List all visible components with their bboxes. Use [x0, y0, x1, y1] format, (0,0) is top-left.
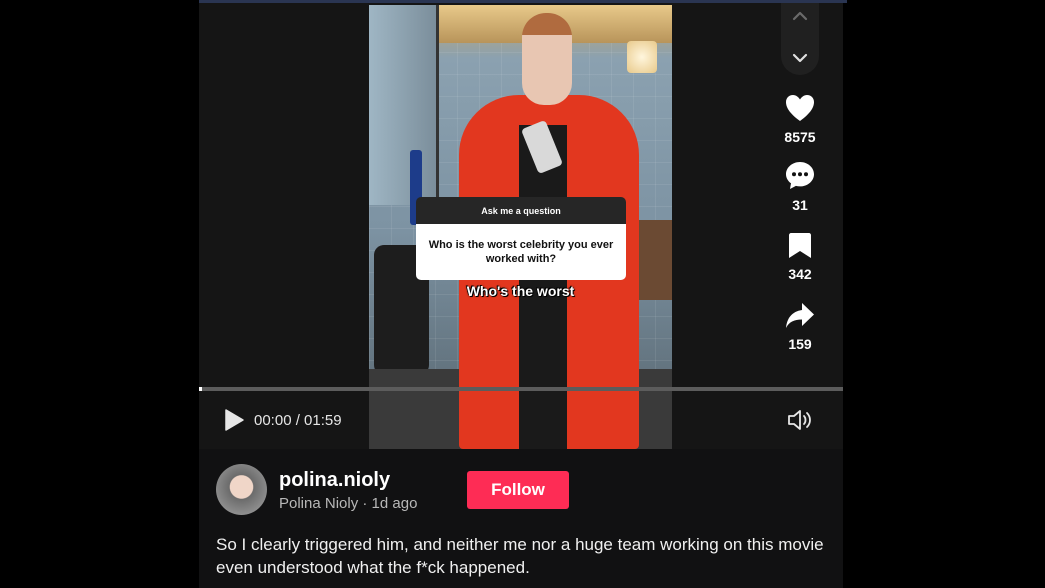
save-count: 342 [788, 266, 812, 282]
progress-bar-fill [199, 387, 203, 391]
chevron-down-icon [792, 53, 808, 63]
comment-icon [786, 162, 814, 189]
follow-button[interactable]: Follow [467, 471, 569, 509]
bookmark-icon [789, 233, 811, 258]
video-lamp [627, 41, 657, 73]
next-video-button[interactable] [781, 45, 819, 71]
time-display: 00:00 / 01:59 [254, 412, 342, 429]
video-caption: Who's the worst [466, 283, 575, 299]
share-count: 159 [788, 336, 812, 352]
like-button[interactable]: 8575 [771, 94, 829, 145]
heart-icon [786, 95, 814, 121]
share-icon [786, 303, 814, 328]
progress-bar[interactable] [199, 387, 843, 391]
comment-button[interactable]: 31 [771, 161, 829, 213]
avatar[interactable] [216, 464, 267, 515]
author-display-line: Polina Nioly · 1d ago [279, 495, 418, 512]
comment-count: 31 [792, 197, 808, 213]
chevron-up-icon [792, 11, 808, 21]
previous-video-button[interactable] [781, 3, 819, 29]
author-username[interactable]: polina.nioly [279, 469, 390, 492]
video-person-head [522, 13, 572, 105]
like-count: 8575 [784, 129, 816, 145]
video-mirror [369, 5, 439, 205]
question-sticker-text: Who is the worst celebrity you ever work… [416, 224, 626, 280]
share-button[interactable]: 159 [771, 302, 829, 352]
play-icon[interactable] [222, 408, 246, 432]
video-description: So I clearly triggered him, and neither … [216, 535, 824, 577]
question-sticker: Ask me a question Who is the worst celeb… [416, 197, 626, 280]
save-button[interactable]: 342 [771, 232, 829, 282]
question-sticker-header: Ask me a question [416, 197, 626, 224]
volume-icon[interactable] [786, 408, 814, 432]
